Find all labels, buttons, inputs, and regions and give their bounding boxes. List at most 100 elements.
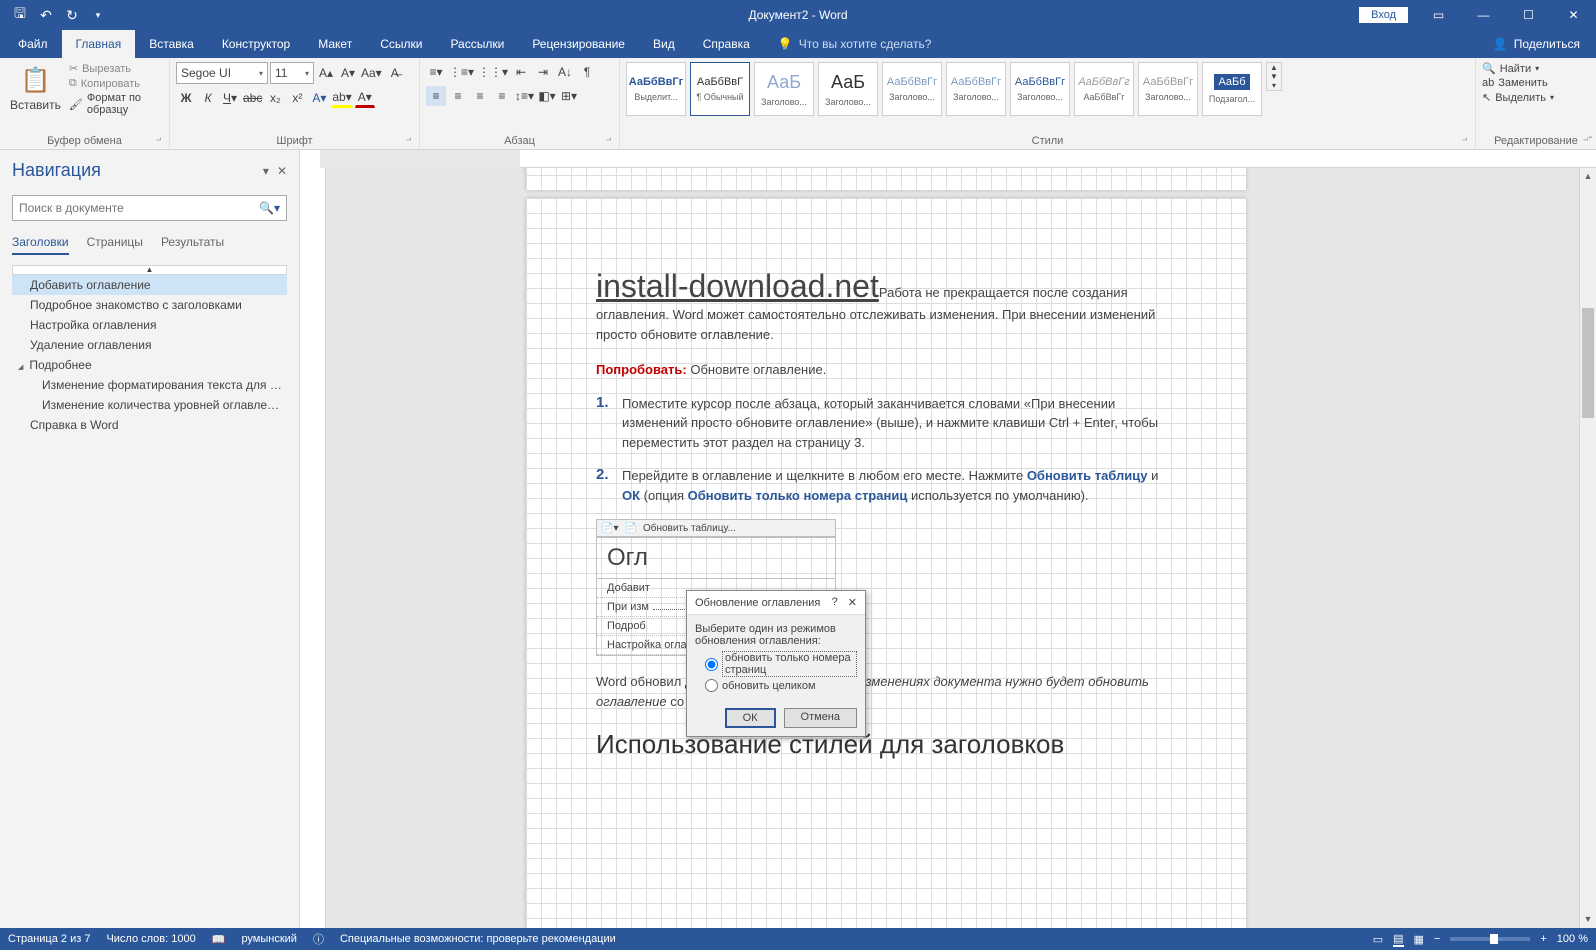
bullets-icon[interactable]: ≡▾ <box>426 62 446 82</box>
nav-item[interactable]: Добавить оглавление <box>12 275 287 295</box>
save-icon[interactable]: 🖫 <box>8 3 32 27</box>
find-button[interactable]: 🔍Найти▾ <box>1482 62 1554 75</box>
style-gallery-item[interactable]: АаБбВвГгЗаголово... <box>1138 62 1198 116</box>
change-case-icon[interactable]: Aa▾ <box>360 63 383 83</box>
style-gallery-item[interactable]: АаБбВвГ¶ Обычный <box>690 62 750 116</box>
vertical-scrollbar[interactable]: ▲ ▼ <box>1579 168 1596 928</box>
ribbon-display-icon[interactable]: ▭ <box>1416 0 1461 30</box>
style-gallery-item[interactable]: АаБбВвГгЗаголово... <box>882 62 942 116</box>
accessibility-icon[interactable]: ⓘ <box>313 931 324 947</box>
horizontal-ruler[interactable] <box>320 150 1596 168</box>
tab-home[interactable]: Главная <box>62 30 136 58</box>
tab-file[interactable]: Файл <box>4 30 62 58</box>
minimize-icon[interactable]: — <box>1461 0 1506 30</box>
toc-toolbar[interactable]: 📄▾ 📄 Обновить таблицу... <box>596 519 836 537</box>
copy-button[interactable]: ⧉Копировать <box>69 77 163 90</box>
cut-button[interactable]: ✂Вырезать <box>69 62 163 75</box>
style-gallery-item[interactable]: АаБбПодзагол... <box>1202 62 1262 116</box>
search-icon[interactable]: 🔍▾ <box>259 201 280 215</box>
update-toc-icon[interactable]: 📄 <box>624 523 636 534</box>
decrease-indent-icon[interactable]: ⇤ <box>511 62 531 82</box>
borders-icon[interactable]: ⊞▾ <box>559 86 579 106</box>
tab-insert[interactable]: Вставка <box>135 30 208 58</box>
sign-in-button[interactable]: Вход <box>1359 7 1408 23</box>
styles-more-icon[interactable]: ▾ <box>1267 81 1281 90</box>
radio-entire-table[interactable]: обновить целиком <box>705 679 857 692</box>
style-gallery-item[interactable]: АаБбВвГгАаБбВвГг <box>1074 62 1134 116</box>
nav-item[interactable]: Справка в Word <box>12 415 287 435</box>
status-language[interactable]: румынский <box>241 933 297 945</box>
font-color-icon[interactable]: A▾ <box>355 88 375 108</box>
nav-tab-pages[interactable]: Страницы <box>87 235 143 255</box>
italic-button[interactable]: К <box>198 88 218 108</box>
align-right-icon[interactable]: ≡ <box>470 86 490 106</box>
toc-settings-icon[interactable]: 📄▾ <box>601 523 618 534</box>
underline-button[interactable]: Ч▾ <box>220 88 240 108</box>
style-gallery-item[interactable]: АаБбВвГгЗаголово... <box>1010 62 1070 116</box>
tab-review[interactable]: Рецензирование <box>518 30 639 58</box>
sort-icon[interactable]: A↓ <box>555 62 575 82</box>
align-center-icon[interactable]: ≡ <box>448 86 468 106</box>
tab-design[interactable]: Конструктор <box>208 30 304 58</box>
spellcheck-icon[interactable]: 📖 <box>212 933 226 946</box>
undo-icon[interactable]: ↶ <box>34 3 58 27</box>
increase-indent-icon[interactable]: ⇥ <box>533 62 553 82</box>
grow-font-icon[interactable]: A▴ <box>316 63 336 83</box>
justify-icon[interactable]: ≡ <box>492 86 512 106</box>
nav-search-box[interactable]: 🔍▾ <box>12 195 287 221</box>
multilevel-icon[interactable]: ⋮⋮▾ <box>477 62 509 82</box>
nav-close-icon[interactable]: ✕ <box>277 164 287 178</box>
cancel-button[interactable]: Отмена <box>784 708 857 728</box>
close-icon[interactable]: ✕ <box>1551 0 1596 30</box>
font-size-combo[interactable]: 11▾ <box>270 62 314 84</box>
vertical-ruler[interactable] <box>308 168 326 928</box>
tab-mailings[interactable]: Рассылки <box>436 30 518 58</box>
scroll-thumb[interactable] <box>1582 308 1594 418</box>
view-read-icon[interactable]: ▭ <box>1373 933 1383 946</box>
dialog-help-icon[interactable]: ? <box>832 596 838 609</box>
text-effects-icon[interactable]: A▾ <box>309 88 329 108</box>
page[interactable]: install-download.netРабота не прекращает… <box>526 198 1246 928</box>
qat-customize-icon[interactable]: ▾ <box>86 3 110 27</box>
font-name-combo[interactable]: Segoe UI▾ <box>176 62 268 84</box>
style-gallery-item[interactable]: АаБбВвГгЗаголово... <box>946 62 1006 116</box>
replace-button[interactable]: abЗаменить <box>1482 77 1554 89</box>
tab-layout[interactable]: Макет <box>304 30 366 58</box>
view-web-icon[interactable]: ▦ <box>1414 933 1424 946</box>
format-painter-button[interactable]: 🖌Формат по образцу <box>69 92 163 116</box>
paste-button[interactable]: 📋 Вставить <box>6 62 65 114</box>
subscript-button[interactable]: x₂ <box>265 88 285 108</box>
tab-references[interactable]: Ссылки <box>366 30 436 58</box>
nav-item[interactable]: Подробное знакомство с заголовками <box>12 295 287 315</box>
share-button[interactable]: Поделиться <box>1514 37 1580 51</box>
show-marks-icon[interactable]: ¶ <box>577 62 597 82</box>
style-gallery-item[interactable]: АаБбВвГгВыделит... <box>626 62 686 116</box>
nav-item-expandable[interactable]: Подробнее <box>12 355 287 375</box>
styles-scroll-up-icon[interactable]: ▲ <box>1267 63 1281 72</box>
nav-item[interactable]: Удаление оглавления <box>12 335 287 355</box>
bold-button[interactable]: Ж <box>176 88 196 108</box>
zoom-in-icon[interactable]: + <box>1540 933 1546 945</box>
view-print-icon[interactable]: ▤ <box>1393 932 1403 947</box>
shading-icon[interactable]: ◧▾ <box>537 86 557 106</box>
numbering-icon[interactable]: ⋮≡▾ <box>448 62 475 82</box>
scroll-down-icon[interactable]: ▼ <box>1580 911 1596 928</box>
nav-collapse-bar[interactable]: ▲ <box>12 265 287 275</box>
ok-button[interactable]: ОК <box>725 708 776 728</box>
select-button[interactable]: ↖Выделить▾ <box>1482 91 1554 104</box>
style-gallery-item[interactable]: АаБЗаголово... <box>754 62 814 116</box>
zoom-out-icon[interactable]: − <box>1434 933 1440 945</box>
zoom-slider[interactable] <box>1450 937 1530 941</box>
zoom-level[interactable]: 100 % <box>1557 933 1588 945</box>
status-word-count[interactable]: Число слов: 1000 <box>106 933 195 945</box>
nav-dropdown-icon[interactable]: ▾ <box>263 164 269 178</box>
nav-item[interactable]: Изменение количества уровней оглавления <box>12 395 287 415</box>
styles-scroll-down-icon[interactable]: ▼ <box>1267 72 1281 81</box>
shrink-font-icon[interactable]: A▾ <box>338 63 358 83</box>
line-spacing-icon[interactable]: ↕≡▾ <box>514 86 535 106</box>
tab-view[interactable]: Вид <box>639 30 689 58</box>
superscript-button[interactable]: x² <box>287 88 307 108</box>
align-left-icon[interactable]: ≡ <box>426 86 446 106</box>
nav-item[interactable]: Настройка оглавления <box>12 315 287 335</box>
status-accessibility[interactable]: Специальные возможности: проверьте реком… <box>340 933 616 945</box>
